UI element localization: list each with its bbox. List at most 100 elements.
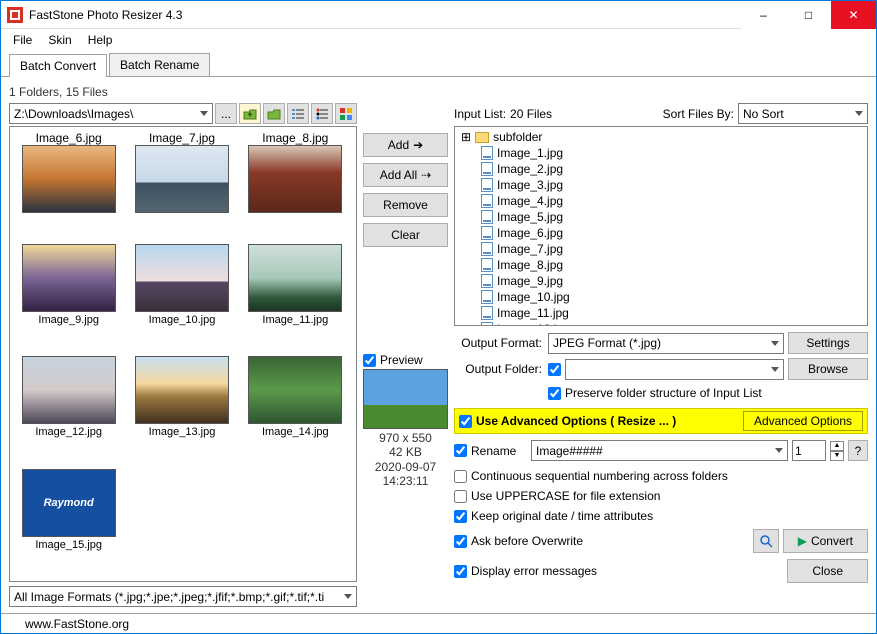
view-details-icon[interactable] <box>287 103 309 124</box>
content-area: 1 Folders, 15 Files ... Image_6.jpgImage… <box>1 77 876 613</box>
rename-pattern-input[interactable] <box>531 440 788 461</box>
up-folder-icon[interactable] <box>239 103 261 124</box>
thumbnail-item[interactable]: Image_7.jpg <box>127 131 236 240</box>
preview-thumbnail[interactable] <box>363 369 448 429</box>
remove-button[interactable]: Remove <box>363 193 448 217</box>
thumbnail-image <box>22 145 116 213</box>
refresh-icon[interactable] <box>263 103 285 124</box>
file-icon <box>481 306 493 320</box>
advanced-options-label: Use Advanced Options ( Resize ... ) <box>476 414 676 428</box>
thumbnail-label: Image_8.jpg <box>262 131 328 145</box>
advanced-options-checkbox[interactable] <box>459 415 472 428</box>
file-icon <box>481 290 493 304</box>
file-icon <box>481 242 493 256</box>
format-filter-select[interactable] <box>9 586 357 607</box>
file-list-row[interactable]: Image_5.jpg <box>457 209 865 225</box>
keep-date-checkbox[interactable] <box>454 510 467 523</box>
tab-batch-rename[interactable]: Batch Rename <box>109 53 210 76</box>
rename-help-button[interactable]: ? <box>848 440 868 461</box>
preview-meta: 970 x 550 42 KB 2020-09-07 14:23:11 <box>363 431 448 489</box>
ask-overwrite-checkbox[interactable] <box>454 535 467 548</box>
file-list-row[interactable]: Image_12.jpg <box>457 321 865 326</box>
thumbnail-item[interactable]: Image_13.jpg <box>127 356 236 465</box>
tab-batch-convert[interactable]: Batch Convert <box>9 54 107 77</box>
path-input[interactable] <box>9 103 213 124</box>
tree-folder-row[interactable]: ⊞subfolder <box>457 129 865 145</box>
output-folder-input[interactable] <box>565 359 784 380</box>
view-list-icon[interactable] <box>311 103 333 124</box>
browse-button[interactable]: Browse <box>788 358 868 380</box>
file-list-row[interactable]: Image_4.jpg <box>457 193 865 209</box>
file-list-row[interactable]: Image_11.jpg <box>457 305 865 321</box>
file-list-row[interactable]: Image_9.jpg <box>457 273 865 289</box>
thumbnail-image <box>135 244 229 312</box>
convert-button[interactable]: ▶Convert <box>783 529 868 553</box>
view-thumbnails-icon[interactable] <box>335 103 357 124</box>
input-file-list[interactable]: ⊞subfolder Image_1.jpgImage_2.jpgImage_3… <box>454 126 868 326</box>
minimize-button[interactable]: ‒ <box>741 1 786 29</box>
file-icon <box>481 226 493 240</box>
uppercase-ext-checkbox[interactable] <box>454 490 467 503</box>
menu-skin[interactable]: Skin <box>40 31 79 49</box>
preserve-structure-checkbox[interactable] <box>548 387 561 400</box>
settings-button[interactable]: Settings <box>788 332 868 354</box>
thumbnail-image: Raymond <box>22 469 116 537</box>
file-list-row[interactable]: Image_6.jpg <box>457 225 865 241</box>
source-panel: ... Image_6.jpgImage_7.jpgImage_8.jpgIma… <box>9 103 357 607</box>
window-title: FastStone Photo Resizer 4.3 <box>29 8 741 22</box>
clear-button[interactable]: Clear <box>363 223 448 247</box>
arrow-right-icon: ➔ <box>413 138 423 152</box>
thumbnail-item[interactable]: Image_9.jpg <box>14 244 123 353</box>
file-list-row[interactable]: Image_10.jpg <box>457 289 865 305</box>
file-name: Image_12.jpg <box>497 322 570 326</box>
spinner-up-icon[interactable]: ▲ <box>830 441 844 451</box>
thumbnail-item[interactable]: Image_8.jpg <box>241 131 350 240</box>
expand-icon[interactable]: ⊞ <box>461 130 471 144</box>
preview-checkbox[interactable] <box>363 354 376 367</box>
file-name: Image_9.jpg <box>497 274 563 288</box>
file-list-row[interactable]: Image_3.jpg <box>457 177 865 193</box>
sort-select[interactable] <box>738 103 868 124</box>
file-icon <box>481 210 493 224</box>
file-list-row[interactable]: Image_7.jpg <box>457 241 865 257</box>
close-button[interactable]: Close <box>787 559 868 583</box>
add-button[interactable]: Add➔ <box>363 133 448 157</box>
file-list-row[interactable]: Image_2.jpg <box>457 161 865 177</box>
advanced-options-row: Use Advanced Options ( Resize ... ) Adva… <box>454 408 868 434</box>
thumbnail-item[interactable]: Image_14.jpg <box>241 356 350 465</box>
file-list-row[interactable]: Image_8.jpg <box>457 257 865 273</box>
advanced-options-button[interactable]: Advanced Options <box>743 411 863 431</box>
add-all-button[interactable]: Add All⇢ <box>363 163 448 187</box>
output-folder-checkbox[interactable] <box>548 363 561 376</box>
menu-file[interactable]: File <box>5 31 40 49</box>
menu-help[interactable]: Help <box>80 31 121 49</box>
display-errors-label: Display error messages <box>471 564 597 578</box>
file-name: Image_8.jpg <box>497 258 563 272</box>
thumbnail-item[interactable]: Image_6.jpg <box>14 131 123 240</box>
thumbnail-item[interactable]: RaymondImage_15.jpg <box>14 469 123 578</box>
output-format-select[interactable] <box>548 333 784 354</box>
browse-path-button[interactable]: ... <box>215 103 237 124</box>
keep-date-label: Keep original date / time attributes <box>471 509 653 523</box>
spinner-down-icon[interactable]: ▼ <box>830 451 844 461</box>
close-window-button[interactable]: ✕ <box>831 1 876 29</box>
preview-output-button[interactable] <box>753 529 779 553</box>
thumbnail-item[interactable]: Image_12.jpg <box>14 356 123 465</box>
input-list-count: 20 Files <box>510 107 552 121</box>
rename-start-spinner[interactable] <box>792 440 826 461</box>
maximize-button[interactable]: □ <box>786 1 831 29</box>
status-url[interactable]: www.FastStone.org <box>25 617 129 631</box>
thumbnail-area[interactable]: Image_6.jpgImage_7.jpg Image_8.jpg Image_9… <box>9 126 357 582</box>
rename-checkbox[interactable] <box>454 444 467 457</box>
app-window: FastStone Photo Resizer 4.3 ‒ □ ✕ File S… <box>0 0 877 634</box>
display-errors-checkbox[interactable] <box>454 565 467 578</box>
file-list-row[interactable]: Image_1.jpg <box>457 145 865 161</box>
thumbnail-item[interactable]: Image_10.jpg <box>127 244 236 353</box>
output-panel: Input List: 20 Files Sort Files By: ⊞sub… <box>454 103 868 607</box>
preview-block: Preview 970 x 550 42 KB 2020-09-07 14:23… <box>363 353 448 489</box>
output-format-label: Output Format: <box>454 336 544 350</box>
thumbnail-item[interactable]: Image_11.jpg <box>241 244 350 353</box>
thumbnail-label: Image_14.jpg <box>262 426 329 438</box>
continuous-numbering-checkbox[interactable] <box>454 470 467 483</box>
thumbnail-label: Image_9.jpg <box>38 314 99 326</box>
